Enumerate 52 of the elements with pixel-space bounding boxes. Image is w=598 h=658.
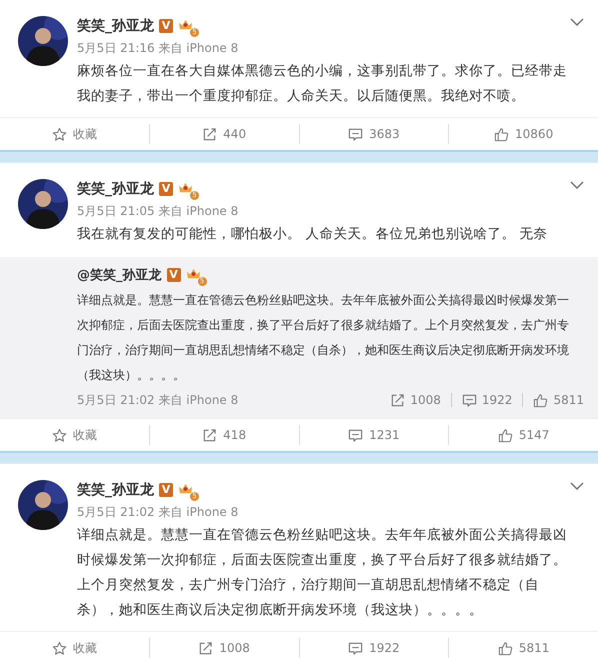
favorite-button[interactable]: 收藏 <box>52 426 97 444</box>
repost-button[interactable]: 418 <box>202 428 246 442</box>
author-name[interactable]: 笑笑_孙亚龙 <box>77 17 154 35</box>
repost-meta: 5月5日 21:02 来自 iPhone 8 <box>77 392 238 408</box>
share-icon <box>390 392 406 408</box>
like-button[interactable]: 10860 <box>494 126 554 142</box>
star-icon <box>52 640 67 656</box>
verified-badge: V <box>159 182 173 196</box>
thumbs-up-icon <box>498 428 513 442</box>
comment-button[interactable]: 1231 <box>348 428 400 442</box>
thumbs-up-icon <box>498 640 513 656</box>
thumbs-up-icon <box>533 392 548 408</box>
like-button[interactable]: 5147 <box>498 428 550 442</box>
verified-badge: V <box>159 483 173 497</box>
repost-button[interactable]: 1008 <box>198 640 250 656</box>
repost-button[interactable]: 440 <box>202 126 246 142</box>
share-icon <box>202 126 218 142</box>
verified-badge: V <box>166 268 180 282</box>
avatar[interactable] <box>18 480 68 530</box>
comment-icon <box>348 640 364 656</box>
comment-icon <box>348 126 364 142</box>
avatar[interactable] <box>18 179 68 229</box>
post-meta: 5月5日 21:02 来自 iPhone 8 <box>77 504 240 521</box>
post-meta: 5月5日 21:05 来自 iPhone 8 <box>77 203 240 220</box>
verified-badge: V <box>159 19 173 33</box>
share-icon <box>198 640 214 656</box>
like-count[interactable]: 5811 <box>533 392 584 408</box>
avatar[interactable] <box>18 16 68 66</box>
star-icon <box>52 428 67 442</box>
thumbs-up-icon <box>494 126 510 142</box>
chevron-down-icon[interactable] <box>570 181 584 189</box>
post-meta: 5月5日 21:16 来自 iPhone 8 <box>77 40 240 57</box>
author-name[interactable]: 笑笑_孙亚龙 <box>77 481 154 499</box>
post-text: 详细点就是。慧慧一直在管德云色粉丝贴吧这块。去年年底被外面公关搞得最凶时候爆发第一次抑郁症，后面去医院查出重度，换了平台后好了很多就结婚了。上个月突然复发，去广州专门治疗，治疗期间一直胡思乱想情绪不稳定（自杀），她和医生商议后决定彻底断开病发环境（我这块）。。。。 <box>77 526 568 620</box>
comment-button[interactable]: 1922 <box>348 640 400 656</box>
star-icon <box>52 126 67 142</box>
repost-text: 详细点就是。慧慧一直在管德云色粉丝贴吧这块。去年年底被外面公关搞得最凶时候爆发第一次抑郁症，后面去医院查出重度，换了平台后好了很多就结婚了。上个月突然复发，去广州专门治疗，治疗期间一直胡思乱想情绪不稳定（自杀），她和医生商议后决定彻底断开病发环境（我这块）。。。。 <box>77 292 570 384</box>
favorite-button[interactable]: 收藏 <box>52 126 97 142</box>
comment-icon <box>462 392 477 408</box>
favorite-button[interactable]: 收藏 <box>52 640 97 656</box>
like-button[interactable]: 5811 <box>498 640 550 656</box>
repost-count[interactable]: 1008 <box>390 392 441 408</box>
comment-button[interactable]: 3683 <box>348 126 400 142</box>
share-icon <box>202 428 218 442</box>
author-name[interactable]: 笑笑_孙亚龙 <box>77 180 154 198</box>
post-text: 我在就有复发的可能性，哪怕极小。 人命关天。各位兄弟也别说啥了。 无奈 <box>77 225 549 244</box>
chevron-down-icon[interactable] <box>570 18 584 26</box>
chevron-down-icon[interactable] <box>570 482 584 490</box>
comment-count[interactable]: 1922 <box>462 392 512 408</box>
post-text: 麻烦各位一直在各大自媒体黑德云色的小编，这事别乱带了。求你了。已经带走我的妻子，带出一个重度抑郁症。人命关天。以后随便黑。我绝对不喷。 <box>77 62 568 106</box>
comment-icon <box>348 428 364 442</box>
repost-author[interactable]: @笑笑_孙亚龙 <box>77 266 162 284</box>
